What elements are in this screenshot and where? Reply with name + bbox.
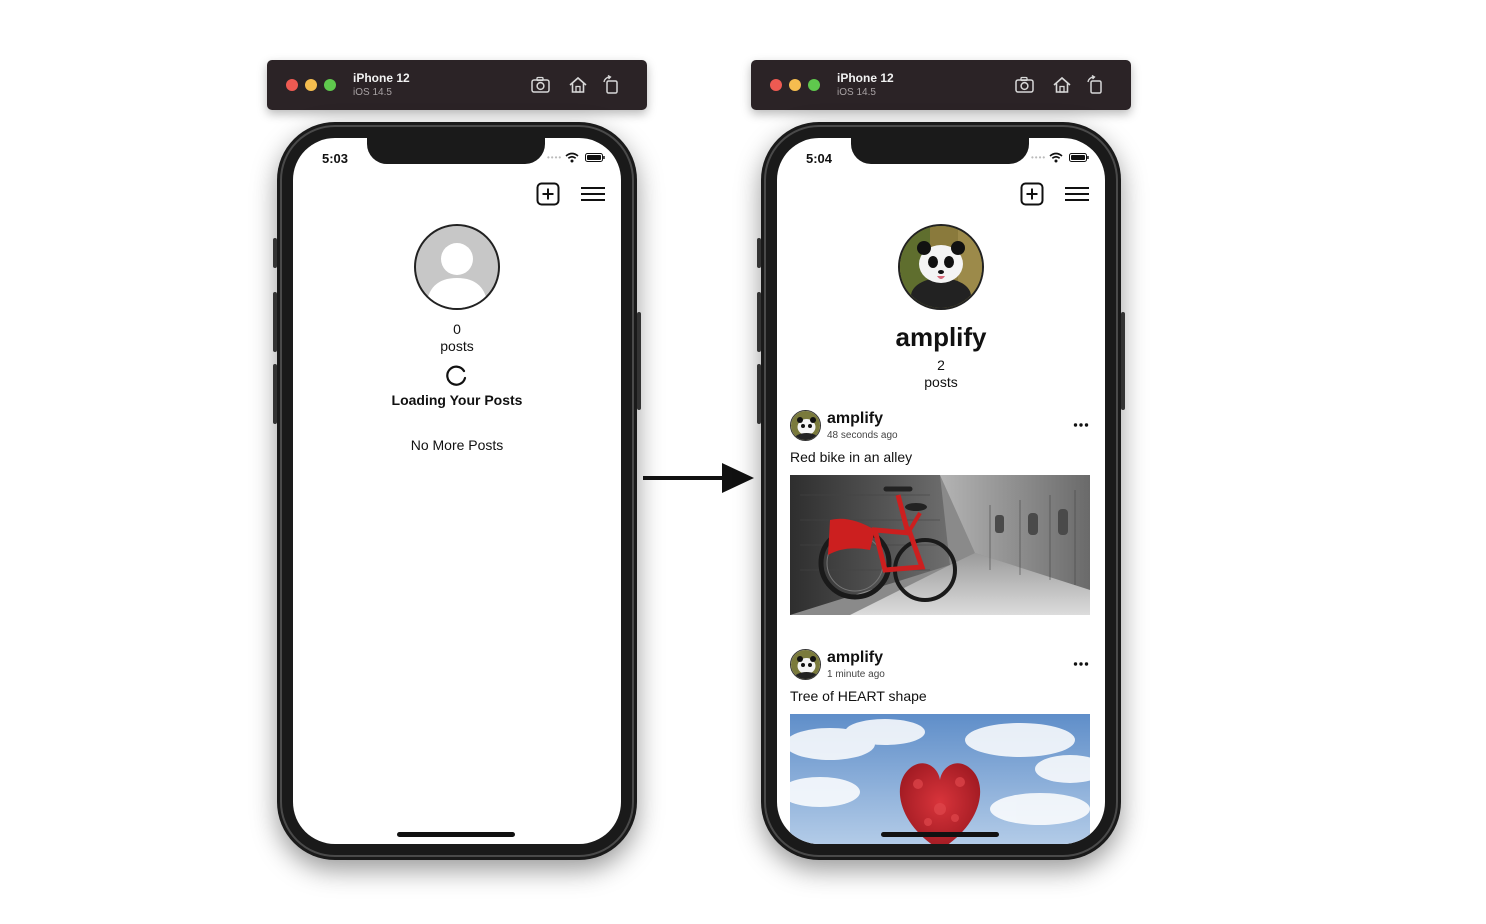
battery-icon	[1069, 153, 1089, 162]
home-icon[interactable]	[1051, 75, 1073, 95]
iphone-frame: 5:03 •••• 0 posts Loading Your Posts No …	[273, 122, 641, 860]
home-icon[interactable]	[567, 75, 589, 95]
panda-avatar-icon	[791, 411, 820, 440]
post-timestamp: 1 minute ago	[827, 669, 885, 680]
post-author-name[interactable]: amplify	[827, 649, 883, 667]
post-count: 0	[453, 321, 461, 337]
notch	[851, 138, 1029, 164]
signal-dots: ••••	[547, 153, 563, 162]
hamburger-menu-icon[interactable]	[1064, 186, 1090, 202]
home-indicator[interactable]	[397, 832, 515, 837]
zoom-window-button[interactable]	[808, 79, 820, 91]
loading-text: Loading Your Posts	[391, 392, 523, 408]
add-post-button[interactable]	[536, 182, 560, 206]
app-screen: 5:03 •••• 0 posts Loading Your Posts No …	[293, 138, 621, 844]
os-version: iOS 14.5	[837, 87, 876, 98]
status-time: 5:03	[322, 151, 349, 166]
post-caption: Red bike in an alley	[790, 449, 913, 465]
posts-label: posts	[924, 374, 958, 390]
simulator-window-left: iPhone 12 iOS 14.5 5:03 •••• 0 posts Loa…	[267, 60, 647, 860]
notch	[367, 138, 545, 164]
close-window-button[interactable]	[286, 79, 298, 91]
camera-icon[interactable]	[1014, 75, 1036, 95]
red-bike-photo	[790, 475, 1090, 615]
default-avatar[interactable]	[414, 224, 500, 310]
profile-avatar[interactable]	[898, 224, 984, 310]
person-placeholder-icon	[426, 243, 488, 308]
post-image[interactable]	[790, 475, 1090, 615]
wifi-icon	[565, 152, 579, 163]
close-window-button[interactable]	[770, 79, 782, 91]
zoom-window-button[interactable]	[324, 79, 336, 91]
battery-icon	[585, 153, 605, 162]
rotate-icon[interactable]	[601, 75, 623, 95]
heart-tree-photo	[790, 714, 1090, 844]
device-name: iPhone 12	[353, 71, 410, 85]
status-time: 5:04	[806, 151, 833, 166]
rotate-icon[interactable]	[1085, 75, 1107, 95]
add-post-button[interactable]	[1020, 182, 1044, 206]
profile-username: amplify	[895, 322, 987, 352]
app-screen: 5:04 •••• amplify 2 posts amplify 48 sec…	[777, 138, 1105, 844]
home-indicator[interactable]	[881, 832, 999, 837]
post-author-name[interactable]: amplify	[827, 410, 883, 428]
post-caption: Tree of HEART shape	[790, 688, 927, 704]
simulator-window-right: iPhone 12 iOS 14.5 5:04 •••• amplify 2 p…	[751, 60, 1131, 860]
post-author-avatar[interactable]	[790, 649, 821, 680]
loading-spinner-icon	[446, 365, 467, 386]
simulator-titlebar: iPhone 12 iOS 14.5	[267, 60, 647, 110]
posts-label: posts	[440, 338, 474, 354]
post-timestamp: 48 seconds ago	[827, 430, 898, 441]
panda-avatar-icon	[900, 226, 982, 308]
minimize-window-button[interactable]	[305, 79, 317, 91]
iphone-frame: 5:04 •••• amplify 2 posts amplify 48 sec…	[757, 122, 1125, 860]
wifi-icon	[1049, 152, 1063, 163]
simulator-titlebar: iPhone 12 iOS 14.5	[751, 60, 1131, 110]
panda-avatar-icon	[791, 650, 820, 679]
minimize-window-button[interactable]	[789, 79, 801, 91]
post-image[interactable]	[790, 714, 1090, 844]
ellipsis-icon[interactable]	[1073, 422, 1089, 428]
post-author-avatar[interactable]	[790, 410, 821, 441]
right-arrow-icon	[643, 463, 754, 493]
hamburger-menu-icon[interactable]	[580, 186, 606, 202]
device-name: iPhone 12	[837, 71, 894, 85]
post-count: 2	[937, 357, 945, 373]
signal-dots: ••••	[1031, 153, 1047, 162]
os-version: iOS 14.5	[353, 87, 392, 98]
ellipsis-icon[interactable]	[1073, 661, 1089, 667]
no-more-posts-text: No More Posts	[410, 437, 504, 453]
camera-icon[interactable]	[530, 75, 552, 95]
